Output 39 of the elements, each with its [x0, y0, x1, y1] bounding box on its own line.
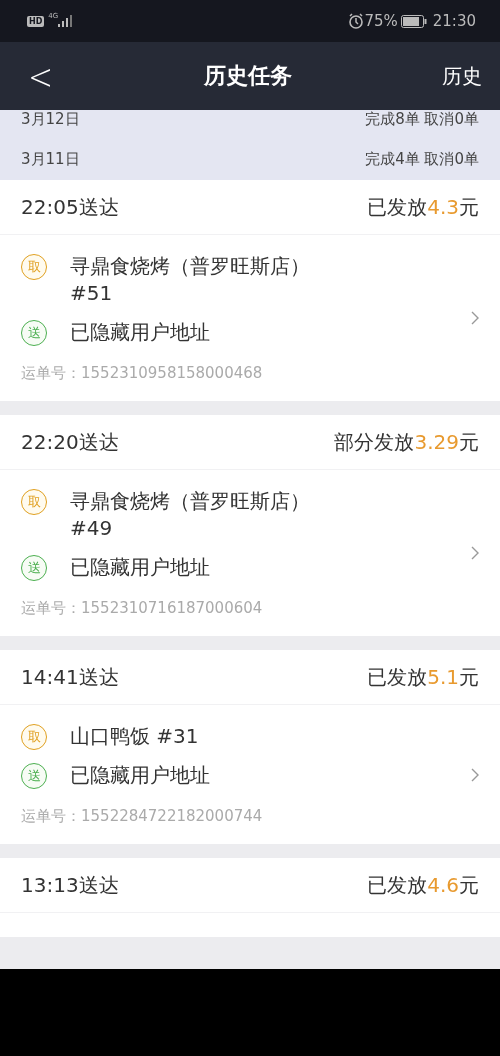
clock-time: 21:30: [432, 12, 476, 30]
signal-icon: [58, 15, 73, 27]
history-button[interactable]: 历史: [442, 62, 482, 90]
payout-status: 已发放4.3元: [367, 193, 479, 221]
back-button[interactable]: <: [28, 55, 54, 97]
payout-status: 已发放4.6元: [367, 871, 479, 899]
delivery-address: 已隐藏用户地址: [70, 762, 211, 789]
waybill-number: 运单号：1552310958158000468: [21, 364, 264, 383]
day-summary: 完成4单 取消0单: [365, 149, 479, 169]
chevron-right-icon[interactable]: [471, 311, 479, 325]
battery-icon: [400, 14, 427, 28]
deliver-badge: 送: [21, 320, 47, 346]
deliver-badge: 送: [21, 763, 47, 789]
pickup-address: 寻鼎食烧烤（普罗旺斯店）#51: [70, 253, 311, 307]
battery-percent: 75%: [364, 12, 398, 30]
delivery-time: 22:05送达: [21, 193, 119, 221]
waybill-number: 运单号：1552310716187000604: [21, 599, 264, 618]
date-label: 3月12日: [21, 110, 80, 129]
delivery-time: 13:13送达: [21, 871, 119, 899]
page-title: 历史任务: [202, 62, 293, 90]
delivery-time: 14:41送达: [21, 663, 119, 691]
day-summary: 完成8单 取消0单: [365, 110, 479, 129]
payout-status: 部分发放3.29元: [334, 428, 479, 456]
hd-indicator: HD: [27, 15, 45, 27]
payout-status: 已发放5.1元: [367, 663, 479, 691]
chevron-right-icon[interactable]: [471, 767, 479, 782]
pickup-address: 寻鼎食烧烤（普罗旺斯店）#49: [70, 488, 311, 542]
pickup-address: 山口鸭饭 #31: [70, 723, 200, 750]
alarm-icon: [348, 13, 365, 29]
delivery-address: 已隐藏用户地址: [70, 554, 211, 581]
pickup-badge: 取: [21, 489, 47, 515]
delivery-address: 已隐藏用户地址: [70, 319, 211, 346]
pickup-badge: 取: [21, 724, 47, 750]
pickup-badge: 取: [21, 254, 47, 280]
date-label: 3月11日: [21, 149, 80, 169]
waybill-number: 运单号：1552284722182000744: [21, 807, 264, 826]
deliver-badge: 送: [21, 555, 47, 581]
chevron-right-icon[interactable]: [471, 546, 479, 560]
delivery-time: 22:20送达: [21, 428, 119, 456]
